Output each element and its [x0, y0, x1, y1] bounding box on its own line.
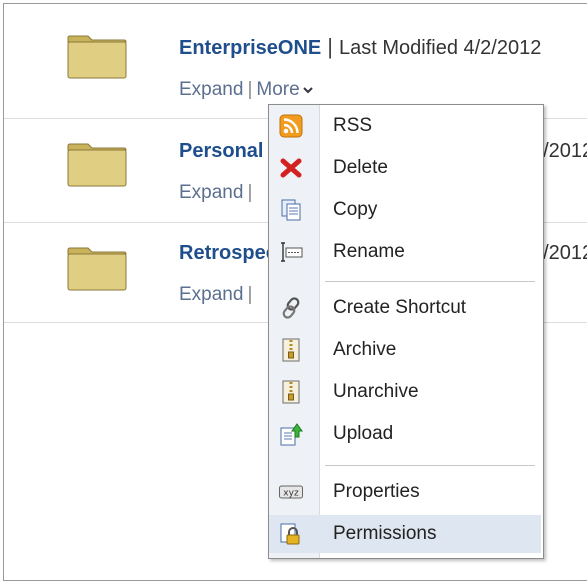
more-context-menu: RSS Delete Copy Rename Create Shortcut A…: [268, 104, 544, 559]
menu-item-permissions[interactable]: Permissions: [269, 515, 541, 553]
menu-item-upload[interactable]: Upload: [269, 415, 541, 453]
expand-link[interactable]: Expand: [179, 182, 243, 203]
unarchive-zip-icon: [282, 380, 300, 404]
last-modified-text: Last Modified 4/2/2012: [338, 37, 542, 59]
folder-icon[interactable]: [66, 246, 128, 292]
folder-icon[interactable]: [66, 142, 128, 188]
menu-item-rename[interactable]: Rename: [269, 233, 541, 271]
link-icon: [282, 297, 300, 319]
delete-x-icon: [280, 158, 302, 178]
menu-item-properties[interactable]: xyz Properties: [269, 473, 541, 511]
menu-item-archive[interactable]: Archive: [269, 331, 541, 369]
menu-item-label: Unarchive: [333, 381, 419, 402]
menu-item-rss[interactable]: RSS: [269, 107, 541, 145]
copy-icon: [281, 199, 301, 221]
folder-title[interactable]: Personal: [179, 140, 263, 162]
menu-item-label: Permissions: [333, 523, 437, 544]
menu-item-create-shortcut[interactable]: Create Shortcut: [269, 289, 541, 327]
rss-icon: [279, 114, 303, 138]
rename-icon: [281, 242, 303, 262]
folder-title[interactable]: EnterpriseONE: [179, 37, 321, 59]
properties-xyz-icon: xyz: [279, 485, 303, 499]
menu-item-unarchive[interactable]: Unarchive: [269, 373, 541, 411]
upload-icon: [280, 423, 303, 446]
menu-item-delete[interactable]: Delete: [269, 149, 541, 187]
svg-text:xyz: xyz: [283, 489, 299, 499]
separator: |: [247, 182, 253, 203]
menu-item-label: Rename: [333, 241, 405, 262]
menu-item-label: Upload: [333, 423, 394, 444]
folder-icon[interactable]: [66, 34, 128, 80]
menu-item-label: Create Shortcut: [333, 297, 467, 318]
lock-icon: [280, 523, 300, 545]
separator: |: [327, 34, 333, 59]
more-link[interactable]: More: [256, 79, 299, 100]
chevron-down-icon[interactable]: [302, 86, 313, 94]
menu-item-label: Delete: [333, 157, 388, 178]
folder-row: EnterpriseONE | Last Modified 4/2/2012 Exp…: [4, 4, 587, 119]
menu-item-label: RSS: [333, 115, 373, 136]
menu-divider: [325, 281, 535, 282]
menu-item-label: Properties: [333, 481, 420, 502]
expand-link[interactable]: Expand: [179, 284, 243, 305]
menu-item-label: Copy: [333, 199, 378, 220]
separator: |: [247, 284, 253, 305]
menu-divider: [325, 465, 535, 466]
menu-item-copy[interactable]: Copy: [269, 191, 541, 229]
menu-item-label: Archive: [333, 339, 397, 360]
separator: |: [247, 79, 253, 100]
archive-zip-icon: [282, 338, 300, 362]
expand-link[interactable]: Expand: [179, 79, 243, 100]
